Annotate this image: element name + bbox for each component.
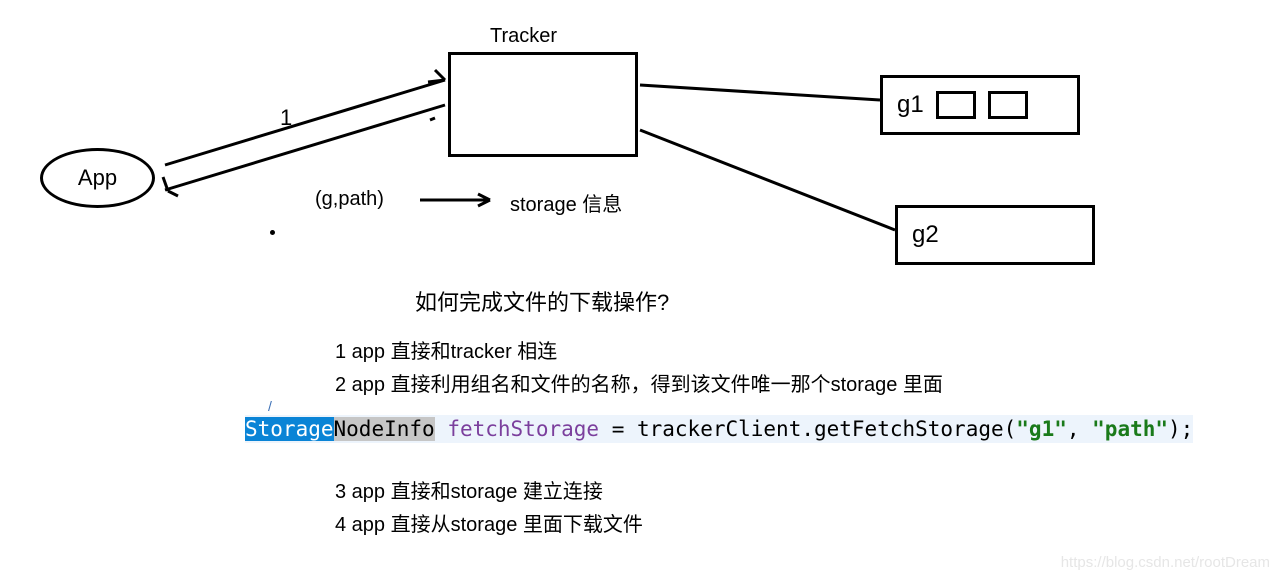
code-tok-storage: Storage bbox=[245, 417, 334, 441]
code-tok-str2: "path" bbox=[1092, 417, 1168, 441]
step-3: 3 app 直接和storage 建立连接 bbox=[335, 475, 643, 504]
code-tok-nodeinfo: NodeInfo bbox=[334, 417, 435, 441]
app-node: App bbox=[40, 148, 155, 208]
g2-label: g2 bbox=[912, 221, 939, 249]
g1-inner-2 bbox=[988, 91, 1028, 119]
step-2: 2 app 直接利用组名和文件的名称，得到该文件唯一那个storage 里面 bbox=[335, 368, 943, 397]
diagram-canvas: App Tracker g1 g2 1 (g,path) storage 信息 … bbox=[0, 0, 1280, 579]
question-text: 如何完成文件的下载操作? bbox=[415, 285, 669, 317]
g1-inner-1 bbox=[936, 91, 976, 119]
stray-dot bbox=[270, 230, 275, 235]
tracker-label: Tracker bbox=[490, 25, 557, 48]
code-line: StorageNodeInfo fetchStorage = trackerCl… bbox=[245, 415, 1193, 443]
step-1: 1 app 直接和tracker 相连 bbox=[335, 335, 943, 364]
code-tok-var: fetchStorage bbox=[447, 417, 599, 441]
storage-info-label: storage 信息 bbox=[510, 188, 622, 217]
step-4: 4 app 直接从storage 里面下载文件 bbox=[335, 508, 643, 537]
g1-node: g1 bbox=[880, 75, 1080, 135]
watermark: https://blog.csdn.net/rootDream bbox=[1061, 554, 1270, 571]
caret-mark: / bbox=[268, 398, 272, 414]
gpath-label: (g,path) bbox=[315, 188, 384, 211]
g1-label: g1 bbox=[897, 91, 924, 119]
edge-1-label: 1 bbox=[280, 105, 292, 131]
code-tok-mid: = trackerClient.getFetchStorage( bbox=[599, 417, 1016, 441]
app-label: App bbox=[78, 165, 117, 191]
tracker-node bbox=[448, 52, 638, 157]
g2-node: g2 bbox=[895, 205, 1095, 265]
steps-top: 1 app 直接和tracker 相连 2 app 直接利用组名和文件的名称，得… bbox=[335, 335, 943, 401]
code-block: StorageNodeInfo fetchStorage = trackerCl… bbox=[245, 415, 1193, 443]
steps-bottom: 3 app 直接和storage 建立连接 4 app 直接从storage 里… bbox=[335, 475, 643, 541]
code-tok-str1: "g1" bbox=[1016, 417, 1067, 441]
